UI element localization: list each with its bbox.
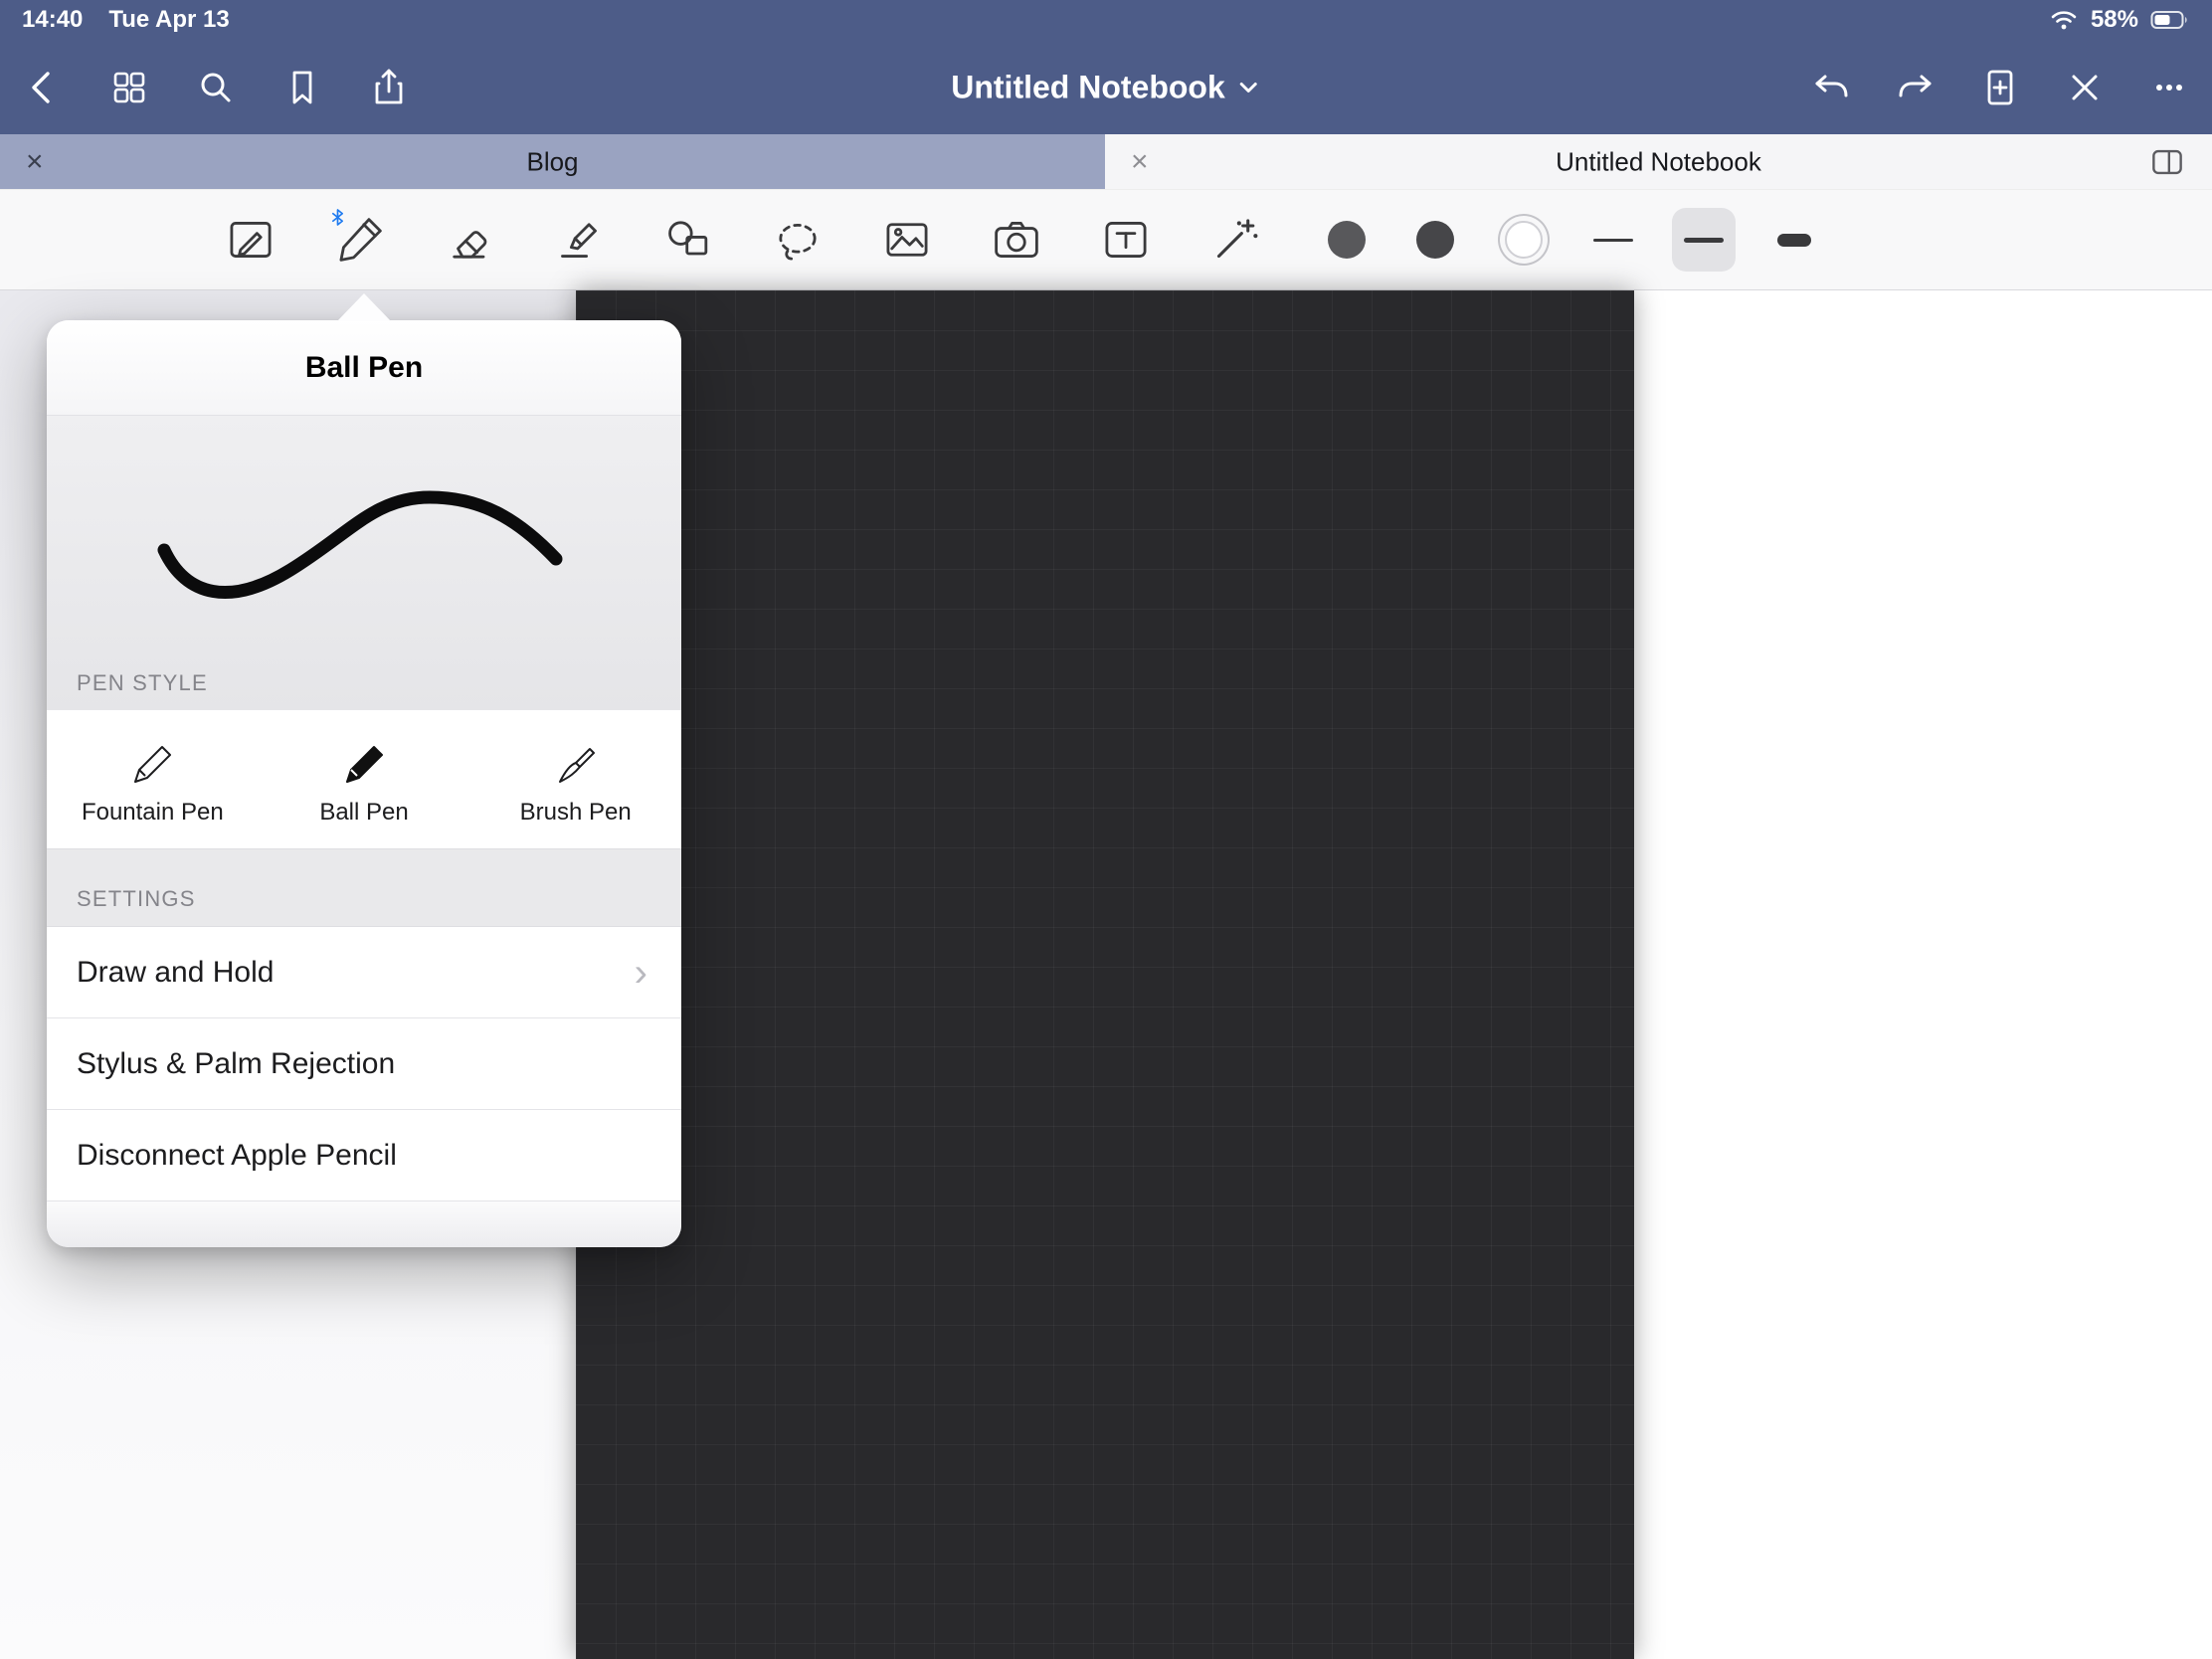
tab-label: Blog <box>526 146 578 177</box>
close-tab-icon[interactable]: × <box>18 147 52 177</box>
pen-settings-popover: Ball Pen PEN STYLE Fountain Pen Ball Pen <box>47 320 681 1247</box>
toolbar <box>0 190 2212 290</box>
bluetooth-icon <box>330 208 345 227</box>
stroke-preview: PEN STYLE <box>47 416 681 710</box>
settings-section-label: SETTINGS <box>77 886 196 912</box>
page-edit-tool[interactable] <box>223 212 278 268</box>
stroke-thin-option[interactable] <box>1581 208 1645 272</box>
tab-label: Untitled Notebook <box>1556 146 1761 177</box>
settings-row-draw-and-hold[interactable]: Draw and Hold › <box>47 927 681 1018</box>
color-swatch-white-selected[interactable] <box>1496 212 1552 268</box>
add-page-button[interactable] <box>1973 61 2027 114</box>
status-bar: 14:40 Tue Apr 13 58% <box>0 0 2212 40</box>
search-icon[interactable] <box>189 61 243 114</box>
wifi-icon <box>2049 8 2079 32</box>
stroke-thick-option[interactable] <box>1762 208 1826 272</box>
stroke-preview-wave <box>47 416 681 710</box>
redo-button[interactable] <box>1889 61 1942 114</box>
chevron-right-icon: › <box>635 953 681 993</box>
thumbnails-icon[interactable] <box>102 61 156 114</box>
close-tab-icon[interactable]: × <box>1123 147 1157 177</box>
eraser-tool[interactable] <box>442 212 497 268</box>
notebook-title-menu[interactable]: Untitled Notebook <box>951 69 1261 105</box>
pen-style-row: Fountain Pen Ball Pen Brush Pen <box>47 710 681 849</box>
pen-style-section-label: PEN STYLE <box>77 670 208 696</box>
highlighter-tool[interactable] <box>551 212 607 268</box>
settings-row-stylus-palm-rejection[interactable]: Stylus & Palm Rejection <box>47 1018 681 1110</box>
chevron-down-icon <box>1235 75 1261 100</box>
status-time: 14:40 <box>22 6 83 34</box>
share-icon[interactable] <box>362 61 416 114</box>
top-chrome: 14:40 Tue Apr 13 58% <box>0 0 2212 134</box>
stroke-medium-option[interactable] <box>1672 208 1736 272</box>
settings-row-disconnect-apple-pencil[interactable]: Disconnect Apple Pencil <box>47 1110 681 1201</box>
nav-bar: Untitled Notebook <box>0 40 2212 134</box>
popover-title: Ball Pen <box>305 351 423 385</box>
more-options-button[interactable] <box>2142 61 2196 114</box>
tab-untitled-notebook[interactable]: × Untitled Notebook <box>1105 134 2212 189</box>
pen-style-ball-pen-selected[interactable]: Ball Pen <box>259 710 470 848</box>
image-tool[interactable] <box>879 212 935 268</box>
pen-style-fountain-pen[interactable]: Fountain Pen <box>47 710 259 848</box>
lasso-tool[interactable] <box>770 212 826 268</box>
color-swatch-dark-gray[interactable] <box>1407 212 1463 268</box>
color-swatch-gray[interactable] <box>1319 212 1375 268</box>
battery-icon <box>2150 9 2190 31</box>
laser-pointer-tool[interactable] <box>1207 212 1263 268</box>
camera-tool[interactable] <box>989 212 1044 268</box>
shapes-tool[interactable] <box>660 212 716 268</box>
status-date: Tue Apr 13 <box>108 6 229 34</box>
tab-blog[interactable]: × Blog <box>0 134 1105 189</box>
popover-arrow <box>337 293 391 321</box>
hide-toolbar-button[interactable] <box>2058 61 2112 114</box>
back-button[interactable] <box>16 61 70 114</box>
popover-header: Ball Pen <box>47 320 681 416</box>
split-view-icon[interactable] <box>2140 135 2194 189</box>
tab-bar: × Blog × Untitled Notebook <box>0 134 2212 190</box>
bookmark-icon[interactable] <box>276 61 329 114</box>
pen-style-brush-pen[interactable]: Brush Pen <box>469 710 681 848</box>
page-title: Untitled Notebook <box>951 69 1225 105</box>
settings-section: SETTINGS <box>47 849 681 927</box>
goodnotes-screen: { "status_bar": { "time": "14:40", "date… <box>0 0 2212 1659</box>
text-tool[interactable] <box>1098 212 1154 268</box>
popover-footer <box>47 1201 681 1247</box>
battery-percent: 58% <box>2091 6 2138 34</box>
notebook-canvas[interactable] <box>576 290 1634 1659</box>
undo-button[interactable] <box>1804 61 1858 114</box>
pen-tool[interactable] <box>332 212 388 268</box>
